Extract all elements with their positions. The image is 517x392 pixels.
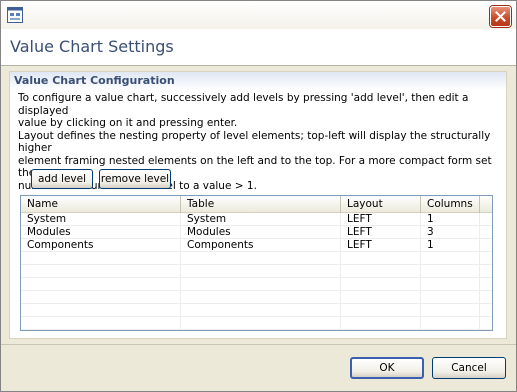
table-row-empty	[21, 317, 492, 330]
cell-empty	[21, 291, 181, 304]
section-title: Value Chart Configuration	[14, 74, 175, 87]
page-title: Value Chart Settings	[10, 37, 174, 56]
cell-empty	[181, 278, 341, 291]
description-line: To configure a value chart, successively…	[18, 92, 469, 117]
table-row-empty	[21, 304, 492, 317]
column-header-columns[interactable]: Columns	[421, 196, 480, 213]
cell-layout[interactable]: LEFT	[341, 239, 421, 252]
cell-empty	[21, 265, 181, 278]
close-icon	[495, 11, 506, 22]
value-chart-settings-dialog: Value Chart Settings Value Chart Configu…	[0, 0, 517, 392]
app-window-icon	[7, 7, 23, 23]
cell-empty	[421, 317, 480, 330]
table-row-empty	[21, 291, 492, 304]
cell-empty	[181, 265, 341, 278]
header-divider	[1, 65, 516, 66]
cell-name[interactable]: System	[21, 213, 181, 226]
cell-empty	[421, 265, 480, 278]
description-line: value by clicking on it and pressing ent…	[18, 117, 238, 129]
cell-table[interactable]: Components	[181, 239, 341, 252]
column-header-layout[interactable]: Layout	[341, 196, 421, 213]
cell-empty	[21, 278, 181, 291]
table-row[interactable]: Components Components LEFT 1	[21, 239, 492, 252]
cell-empty	[421, 278, 480, 291]
cancel-button[interactable]: Cancel	[432, 357, 506, 379]
cell-empty	[341, 252, 421, 265]
remove-level-button[interactable]: remove level	[99, 169, 171, 189]
cell-columns[interactable]: 1	[421, 213, 480, 226]
table-row-empty	[21, 252, 492, 265]
cell-empty	[181, 304, 341, 317]
cell-columns[interactable]: 1	[421, 239, 480, 252]
cell-empty	[421, 304, 480, 317]
cell-empty	[341, 278, 421, 291]
cell-empty	[181, 291, 341, 304]
description-line: Layout defines the nesting property of l…	[18, 129, 491, 155]
cell-name[interactable]: Modules	[21, 226, 181, 239]
cell-layout[interactable]: LEFT	[341, 226, 421, 239]
table-row-empty	[21, 265, 492, 278]
cell-table[interactable]: System	[181, 213, 341, 226]
cell-layout[interactable]: LEFT	[341, 213, 421, 226]
cell-name[interactable]: Components	[21, 239, 181, 252]
cell-empty	[341, 304, 421, 317]
close-button[interactable]	[490, 6, 511, 27]
cell-empty	[421, 291, 480, 304]
table-row[interactable]: Modules Modules LEFT 3	[21, 226, 492, 239]
cell-empty	[21, 304, 181, 317]
table-header: Name Table Layout Columns	[21, 196, 492, 213]
dialog-header: Value Chart Settings	[1, 29, 516, 65]
ok-button[interactable]: OK	[350, 357, 424, 379]
cell-columns[interactable]: 3	[421, 226, 480, 239]
cell-empty	[341, 317, 421, 330]
levels-table: Name Table Layout Columns System System …	[20, 195, 493, 331]
cell-empty	[21, 252, 181, 265]
configuration-section: Value Chart Configuration To configure a…	[9, 71, 507, 339]
title-bar[interactable]	[1, 1, 516, 29]
section-header: Value Chart Configuration	[10, 72, 506, 90]
column-header-name[interactable]: Name	[21, 196, 181, 213]
table-row-empty	[21, 278, 492, 291]
column-header-table[interactable]: Table	[181, 196, 341, 213]
cell-empty	[421, 252, 480, 265]
cell-empty	[341, 265, 421, 278]
table-body: System System LEFT 1 Modules Modules LEF…	[21, 213, 492, 330]
cell-empty	[341, 291, 421, 304]
add-level-button[interactable]: add level	[31, 169, 93, 189]
cell-empty	[181, 317, 341, 330]
cell-empty	[181, 252, 341, 265]
footer-divider	[1, 344, 516, 345]
table-row[interactable]: System System LEFT 1	[21, 213, 492, 226]
cell-table[interactable]: Modules	[181, 226, 341, 239]
cell-empty	[21, 317, 181, 330]
